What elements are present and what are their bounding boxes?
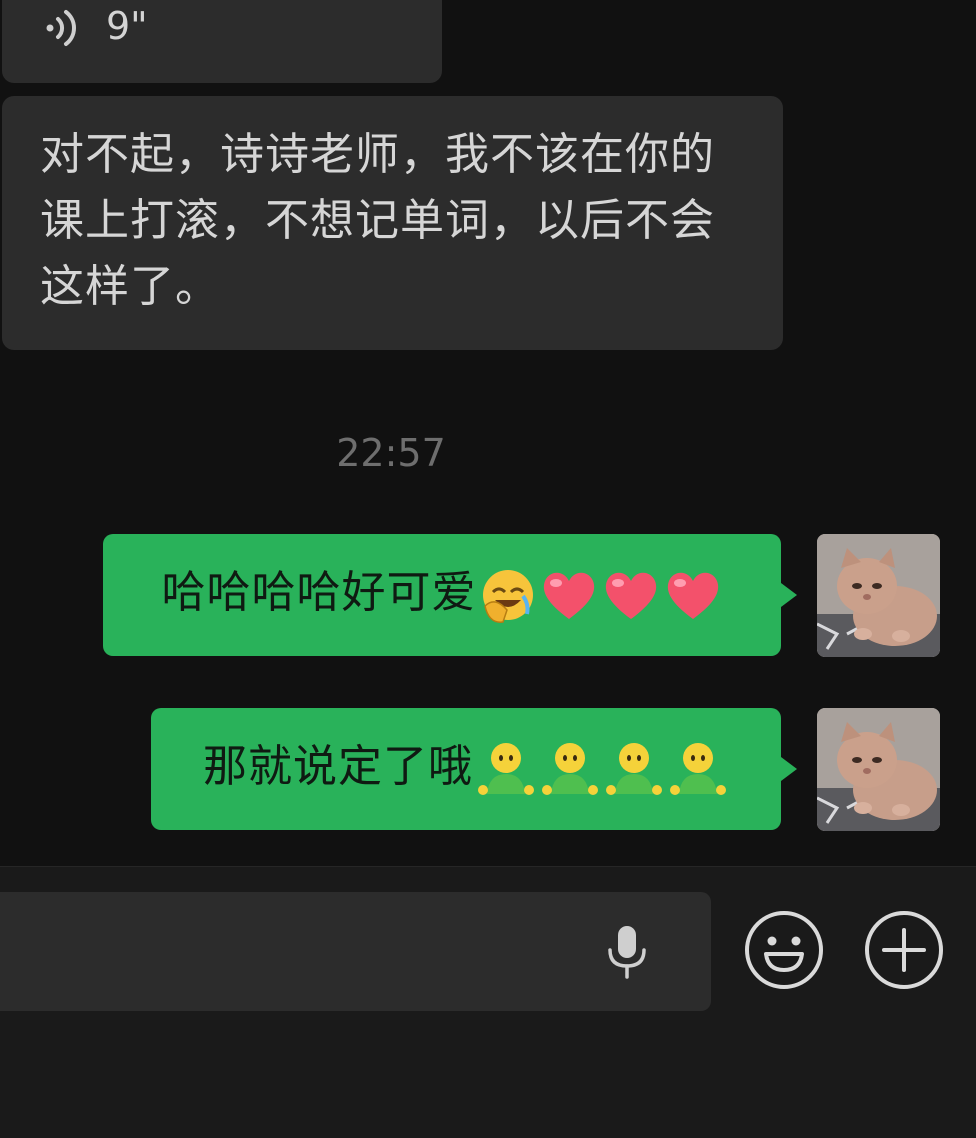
green-figure-emoji xyxy=(670,743,726,795)
heart-emoji xyxy=(543,572,594,619)
cat-avatar[interactable] xyxy=(817,534,940,657)
voice-duration: 9" xyxy=(106,4,148,48)
input-bar xyxy=(0,866,976,1138)
green-figure-emoji xyxy=(542,743,598,795)
heart-emoji xyxy=(605,572,656,619)
voice-wave-icon xyxy=(46,10,76,46)
sent-message-text: 哈哈哈哈好可爱 xyxy=(162,566,723,624)
bubble-tail xyxy=(781,583,797,607)
received-message-text: 对不起，诗诗老师，我不该在你的课上打滚，不想记单词，以后不会这样了。 xyxy=(40,129,715,312)
green-figure-emoji xyxy=(478,743,534,795)
sent-message-text: 那就说定了哦 xyxy=(203,738,729,800)
message-input[interactable] xyxy=(0,892,711,1011)
add-plus-icon[interactable] xyxy=(864,910,944,990)
cat-avatar[interactable] xyxy=(817,708,940,831)
received-text-bubble[interactable]: 对不起，诗诗老师，我不该在你的课上打滚，不想记单词，以后不会这样了。 xyxy=(2,96,783,350)
emoji-smile-icon[interactable] xyxy=(744,910,824,990)
green-figure-emoji xyxy=(606,743,662,795)
chat-area[interactable]: 9" 对不起，诗诗老师，我不该在你的课上打滚，不想记单词，以后不会这样了。 22… xyxy=(0,0,976,866)
message-timestamp: 22:57 xyxy=(336,431,446,475)
face-palm-laugh-emoji xyxy=(482,570,533,623)
heart-emoji xyxy=(667,572,718,619)
microphone-icon[interactable] xyxy=(602,922,652,982)
sent-message-bubble[interactable]: 那就说定了哦 xyxy=(151,708,781,830)
voice-message-bubble[interactable]: 9" xyxy=(2,0,442,83)
bubble-tail xyxy=(781,757,797,781)
sent-message-bubble[interactable]: 哈哈哈哈好可爱 xyxy=(103,534,781,656)
